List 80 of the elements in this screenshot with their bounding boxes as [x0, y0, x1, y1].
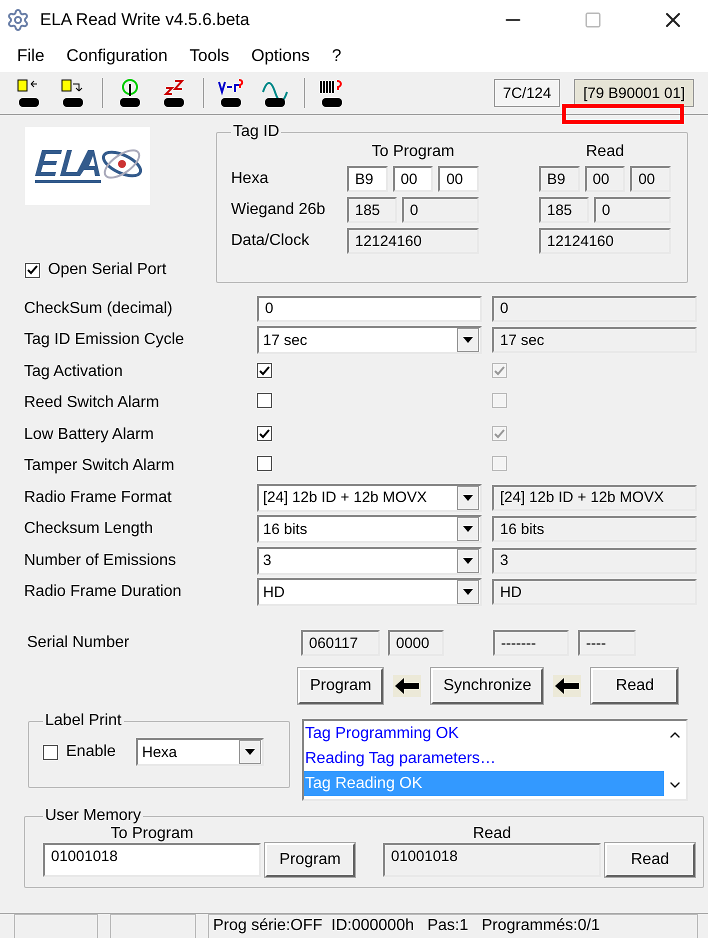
read-field: 12124160 — [539, 228, 671, 254]
tag-id-field[interactable]: B9 — [347, 166, 388, 192]
parameter-label: Radio Frame Format — [24, 488, 173, 507]
open-serial-port-checkbox[interactable] — [25, 262, 40, 278]
read-button[interactable]: Read — [591, 668, 678, 704]
value-dropdown[interactable]: HD — [257, 578, 482, 606]
parameter-label: Reed Switch Alarm — [24, 394, 160, 412]
value-dropdown[interactable]: 3 — [257, 546, 482, 575]
menu-item[interactable]: Options — [248, 46, 313, 66]
option-checkbox[interactable] — [257, 426, 272, 442]
window-title: ELA Read Write v4.5.6.beta — [40, 10, 250, 30]
option-checkbox[interactable] — [257, 363, 272, 378]
memory-read-field: 01001018 — [383, 843, 601, 877]
read-field: 3 — [492, 548, 697, 574]
row-label: Hexa — [231, 170, 270, 188]
enable-checkbox[interactable] — [43, 744, 58, 760]
menu-item[interactable]: ? — [328, 46, 344, 66]
read-field: B9 — [539, 166, 580, 192]
read-field: 0 — [594, 197, 671, 223]
parameter-label: Tamper Switch Alarm — [24, 457, 176, 476]
read-field: 0 — [492, 296, 697, 322]
row-label: Wiegand 26b — [231, 201, 326, 219]
toolbar-field: 7C/124 — [494, 79, 560, 107]
group-title: User Memory — [44, 807, 142, 825]
menu-item[interactable]: File — [14, 46, 48, 66]
parameter-label: Checksum Length — [24, 520, 154, 538]
value-field[interactable]: 0 — [257, 296, 482, 322]
left-arrow-icon — [393, 675, 422, 697]
column-heading: Read — [584, 143, 626, 161]
serial-field: 060117 — [301, 630, 380, 656]
column-heading: Read — [472, 825, 512, 843]
parameter-label: Number of Emissions — [24, 552, 178, 570]
read-field: [24] 12b ID + 12b MOVX — [492, 484, 697, 511]
checkbox-label: Open Serial Port — [48, 261, 166, 279]
memory-field[interactable]: 01001018 — [43, 843, 261, 877]
parameter-label: Tag Activation — [24, 362, 124, 381]
tag-id-field: 0 — [402, 197, 479, 223]
status-text: Prog série:OFF ID:000000h Pas:1 Programmés:0/1 — [208, 914, 698, 938]
format-dropdown[interactable]: Hexa — [136, 738, 264, 766]
value-dropdown[interactable]: 16 bits — [257, 515, 482, 544]
row-label: Data/Clock — [231, 232, 310, 250]
parameter-label: Low Battery Alarm — [24, 426, 155, 444]
read-button[interactable]: Read — [605, 843, 695, 877]
tag-id-field: 185 — [347, 197, 397, 223]
option-checkbox[interactable] — [257, 393, 272, 408]
parameter-label: CheckSum (decimal) — [24, 300, 174, 318]
option-checkbox[interactable] — [257, 456, 272, 472]
version-question-icon[interactable] — [216, 76, 246, 110]
parameter-label: Tag ID Emission Cycle — [24, 331, 186, 350]
program-button[interactable]: Program — [265, 843, 355, 877]
synchronize-button[interactable]: Synchronize — [431, 668, 544, 704]
serial-read-field: ------- — [493, 630, 569, 656]
log-line[interactable]: Tag Programming OK — [304, 721, 664, 746]
column-heading: To Program — [110, 825, 194, 843]
menu-item[interactable]: Configuration — [63, 46, 171, 66]
menu-item[interactable]: Tools — [186, 46, 232, 66]
read-field: HD — [492, 579, 697, 606]
toolbar-field: [79 B90001 01] — [574, 79, 694, 107]
serial-read-field: ---- — [578, 630, 636, 656]
value-dropdown[interactable]: 17 sec — [257, 326, 482, 354]
column-heading: To Program — [370, 143, 456, 161]
gear-icon — [6, 8, 30, 32]
group-title: Tag ID — [232, 123, 280, 141]
read-field: 00 — [630, 166, 672, 192]
parameter-label: Radio Frame Duration — [24, 583, 182, 602]
serial-number-label: Serial Number — [26, 634, 130, 652]
value-dropdown[interactable]: [24] 12b ID + 12b MOVX — [257, 484, 482, 512]
serial-field: 0000 — [388, 630, 444, 656]
read-field: 185 — [539, 197, 589, 223]
checkbox-label: Enable — [66, 743, 117, 761]
read-field: 16 bits — [492, 516, 697, 542]
read-field: 00 — [584, 166, 626, 192]
program-button[interactable]: Program — [298, 668, 384, 704]
read-field: 17 sec — [492, 327, 697, 354]
log-line[interactable]: Reading Tag parameters… — [304, 746, 664, 771]
group-title: Label Print — [44, 712, 122, 730]
tag-id-field[interactable]: 00 — [438, 166, 480, 192]
tag-id-field[interactable]: 00 — [392, 166, 434, 192]
left-arrow-icon — [553, 675, 582, 697]
tag-id-field: 12124160 — [347, 228, 479, 254]
